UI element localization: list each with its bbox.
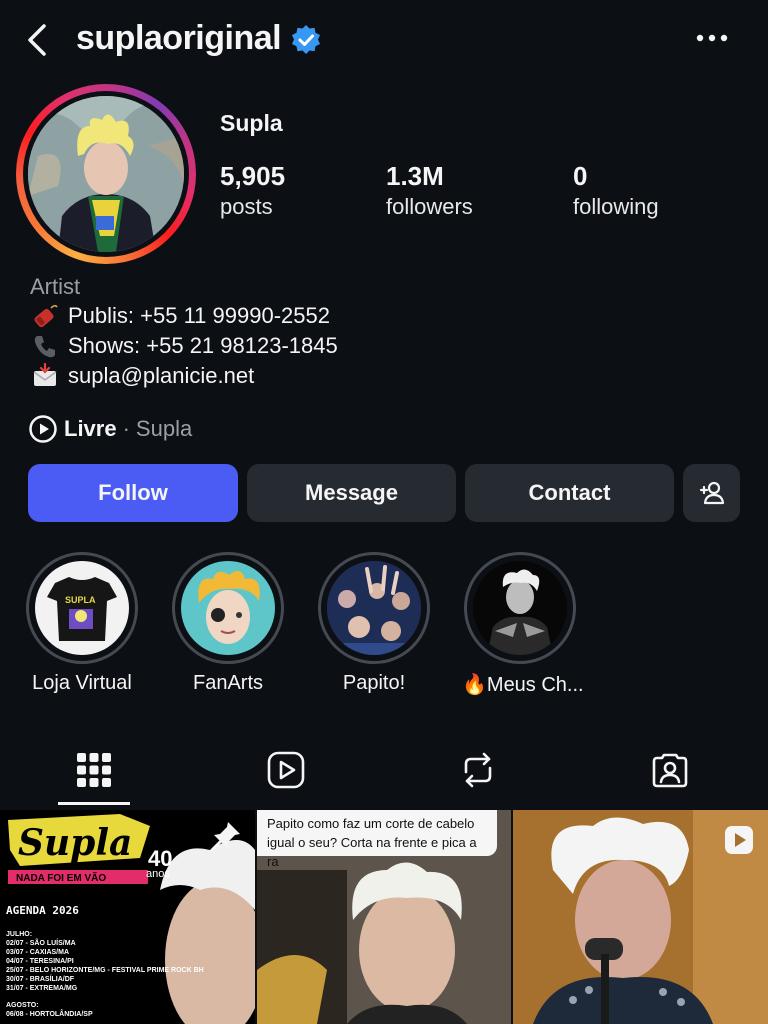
agenda-date: 04/07 - TERESINA/PI xyxy=(6,958,74,965)
verified-badge-icon xyxy=(292,25,320,54)
pin-icon xyxy=(210,822,240,852)
posts-label: posts xyxy=(220,194,273,219)
post-years-label: anos xyxy=(146,868,170,880)
message-button[interactable]: Message xyxy=(247,464,456,522)
tab-grid[interactable] xyxy=(64,742,124,798)
post-caption-overlay: Papito como faz um corte de cabelo igual… xyxy=(257,810,497,869)
agenda-date: 30/07 - BRASÍLIA/DF xyxy=(6,976,75,983)
display-name: Supla xyxy=(220,110,283,136)
svg-text:SUPLA: SUPLA xyxy=(65,595,96,605)
bio-line-email: supla@planicie.net xyxy=(30,361,254,391)
agenda-date: 02/07 - SÃO LUÍS/MA xyxy=(6,940,76,947)
post-banner: NADA FOI EM VÃO xyxy=(16,873,107,884)
grid-icon xyxy=(77,753,111,787)
profile-username: suplaoriginal xyxy=(76,19,282,57)
highlight-cover xyxy=(473,561,567,655)
bio-shows-text[interactable]: Shows: +55 21 98123-1845 xyxy=(68,331,338,361)
reels-icon xyxy=(267,751,305,789)
highlight-label: 🔥Meus Ch... xyxy=(462,674,584,696)
post-thumbnail[interactable]: Supla 40 anos NADA FOI EM VÃO AGENDA 202… xyxy=(0,810,255,1024)
tagged-icon xyxy=(652,753,688,788)
bio-publis-text[interactable]: Publis: +55 11 99990-2552 xyxy=(68,301,330,331)
followers-count: 1.3M xyxy=(386,161,444,191)
audio-title: Livre xyxy=(64,416,117,441)
active-tab-indicator xyxy=(58,802,130,805)
post-thumbnail[interactable] xyxy=(513,810,768,1024)
bio-line-shows: Shows: +55 21 98123-1845 xyxy=(30,331,338,361)
agenda-date: 06/08 - HORTOLÂNDIA/SP xyxy=(6,1011,93,1018)
reposts-icon xyxy=(464,752,492,788)
profile-audio[interactable]: Livre · Supla xyxy=(28,414,192,444)
profile-avatar[interactable] xyxy=(16,84,196,264)
avatar-photo xyxy=(28,96,184,252)
highlight-label: Papito! xyxy=(342,672,406,694)
highlight-meus-ch[interactable]: 🔥Meus Ch... xyxy=(462,552,584,697)
posts-stat[interactable]: 5,905 posts xyxy=(220,160,285,222)
post-thumbnail[interactable]: Papito como faz um corte de cabelo igual… xyxy=(257,810,511,1024)
posts-count: 5,905 xyxy=(220,161,286,191)
firecracker-icon xyxy=(30,301,60,331)
following-count: 0 xyxy=(573,161,588,191)
highlight-label: Loja Virtual xyxy=(32,672,132,694)
highlight-papito[interactable]: Papito! xyxy=(316,552,432,695)
followers-stat[interactable]: 1.3M followers xyxy=(386,160,473,222)
profile-category: Artist xyxy=(30,274,81,299)
tab-tagged[interactable] xyxy=(640,742,700,798)
ellipsis-icon[interactable] xyxy=(692,22,732,54)
contact-button[interactable]: Contact xyxy=(465,464,674,522)
following-stat[interactable]: 0 following xyxy=(573,160,659,222)
suggest-people-button[interactable] xyxy=(683,464,740,522)
reel-indicator-icon xyxy=(725,826,753,854)
envelope-icon xyxy=(30,361,60,391)
followers-label: followers xyxy=(386,194,473,219)
telephone-icon xyxy=(30,331,60,361)
chevron-left-icon[interactable] xyxy=(18,20,58,60)
bio-email-text[interactable]: supla@planicie.net xyxy=(68,361,254,391)
add-person-icon xyxy=(699,481,724,505)
agenda-month: JULHO: xyxy=(6,931,33,938)
agenda-date: 03/07 - CAXIAS/MA xyxy=(6,949,70,956)
highlight-loja-virtual[interactable]: SUPLA Loja Virtual xyxy=(24,552,140,695)
tab-reposts[interactable] xyxy=(448,742,508,798)
following-label: following xyxy=(573,194,659,219)
highlight-label: FanArts xyxy=(192,672,264,694)
follow-button[interactable]: Follow xyxy=(28,464,238,522)
tab-reels[interactable] xyxy=(256,742,316,798)
highlight-fanarts[interactable]: FanArts xyxy=(170,552,286,695)
post-title-art: Supla xyxy=(18,822,133,864)
post-agenda-title: AGENDA 2026 xyxy=(6,904,79,917)
highlight-cover: SUPLA xyxy=(35,561,129,655)
highlight-cover xyxy=(327,561,421,655)
agenda-date: 25/07 - BELO HORIZONTE/MG - FESTIVAL PRI… xyxy=(6,967,204,974)
bio-line-publis: Publis: +55 11 99990-2552 xyxy=(30,301,330,331)
play-circle-icon xyxy=(29,415,57,443)
agenda-date: 31/07 - EXTREMA/MG xyxy=(6,985,78,992)
audio-separator: · xyxy=(122,416,130,441)
agenda-month: AGOSTO: xyxy=(6,1002,39,1009)
post-agenda-list: JULHO: 02/07 - SÃO LUÍS/MA 03/07 - CAXIA… xyxy=(6,930,204,1019)
highlight-cover xyxy=(181,561,275,655)
audio-artist: Supla xyxy=(135,416,193,441)
